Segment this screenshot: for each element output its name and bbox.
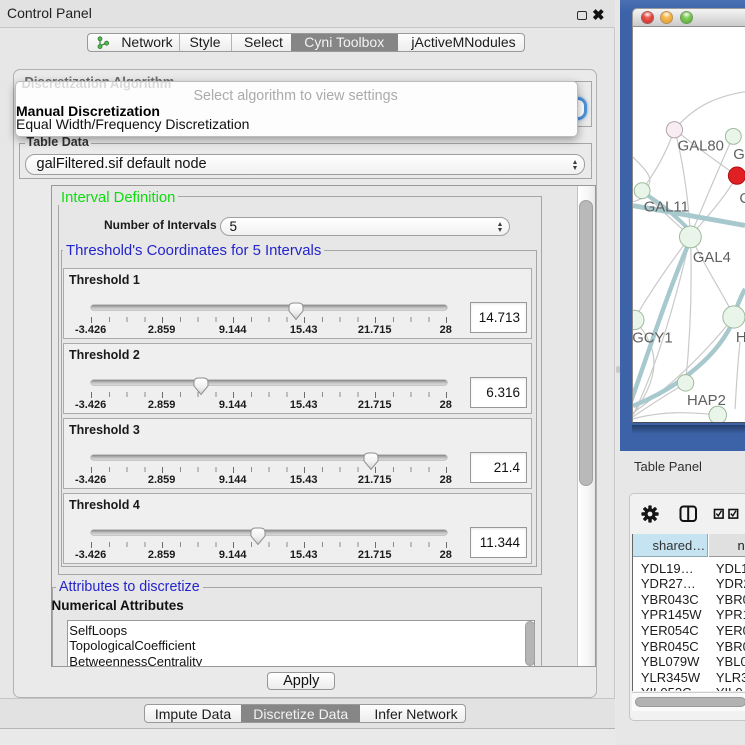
svg-text:GAL11: GAL11 bbox=[644, 199, 689, 215]
svg-text:GAL80: GAL80 bbox=[678, 138, 724, 154]
svg-text:GCY1: GCY1 bbox=[632, 330, 672, 346]
svg-text:GA: GA bbox=[733, 147, 745, 163]
svg-text:C: C bbox=[739, 191, 745, 207]
svg-text:H: H bbox=[736, 330, 745, 346]
svg-text:GAL4: GAL4 bbox=[693, 250, 731, 266]
svg-text:HAP2: HAP2 bbox=[687, 393, 726, 409]
